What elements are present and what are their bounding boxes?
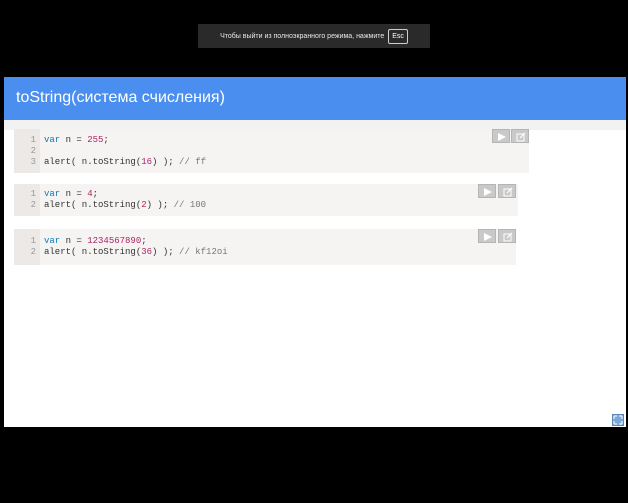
code-text: alert( n.toString(16) ); // ff bbox=[44, 157, 207, 167]
code-text: var n = 255; bbox=[44, 135, 109, 145]
presentation-frame: Чтобы выйти из полноэкранного режима, на… bbox=[0, 0, 628, 503]
code-line: 2 alert( n.toString(36) ); // kf12oi bbox=[14, 247, 516, 259]
esc-key[interactable]: Esc bbox=[388, 28, 408, 44]
code-block-3: 1 var n = 1234567890; 2 alert( n.toStrin… bbox=[14, 229, 516, 265]
play-icon bbox=[498, 133, 506, 141]
code-text: var n = 4; bbox=[44, 189, 99, 199]
edit-icon bbox=[503, 232, 513, 242]
edit-button[interactable] bbox=[511, 129, 529, 143]
code-text: alert( n.toString(36) ); // kf12oi bbox=[44, 247, 228, 257]
line-number: 2 bbox=[30, 200, 36, 210]
edit-button[interactable] bbox=[498, 229, 516, 243]
code-block-1: 1 var n = 255; 2 3 alert( n.toString(16)… bbox=[14, 129, 529, 173]
edit-icon bbox=[516, 132, 526, 142]
toast-message: Чтобы выйти из полноэкранного режима, на… bbox=[220, 32, 385, 40]
line-number: 1 bbox=[30, 135, 36, 145]
line-number: 3 bbox=[30, 157, 36, 167]
slide-title: toString(система счисления) bbox=[16, 89, 225, 106]
code-line: 3 alert( n.toString(16) ); // ff bbox=[14, 157, 529, 169]
edit-icon bbox=[503, 187, 513, 197]
line-number: 1 bbox=[30, 236, 36, 246]
edit-button[interactable] bbox=[498, 184, 516, 198]
code-block-2: 1 var n = 4; 2 alert( n.toString(2) ); /… bbox=[14, 184, 518, 216]
play-icon bbox=[484, 233, 492, 241]
line-number: 1 bbox=[30, 189, 36, 199]
fullscreen-icon bbox=[613, 415, 623, 425]
code-line: 2 alert( n.toString(2) ); // 100 bbox=[14, 200, 518, 212]
play-icon bbox=[484, 188, 492, 196]
run-button[interactable] bbox=[478, 229, 496, 243]
fullscreen-button[interactable] bbox=[612, 414, 624, 426]
run-button[interactable] bbox=[492, 129, 510, 143]
slide: toString(система счисления) 1 var n = 25… bbox=[4, 77, 626, 427]
line-number: 2 bbox=[30, 247, 36, 257]
code-text: alert( n.toString(2) ); // 100 bbox=[44, 200, 207, 210]
line-number: 2 bbox=[30, 146, 36, 156]
fullscreen-exit-toast: Чтобы выйти из полноэкранного режима, на… bbox=[198, 24, 430, 48]
code-text: var n = 1234567890; bbox=[44, 236, 147, 246]
slide-header: toString(система счисления) bbox=[4, 77, 626, 120]
run-button[interactable] bbox=[478, 184, 496, 198]
